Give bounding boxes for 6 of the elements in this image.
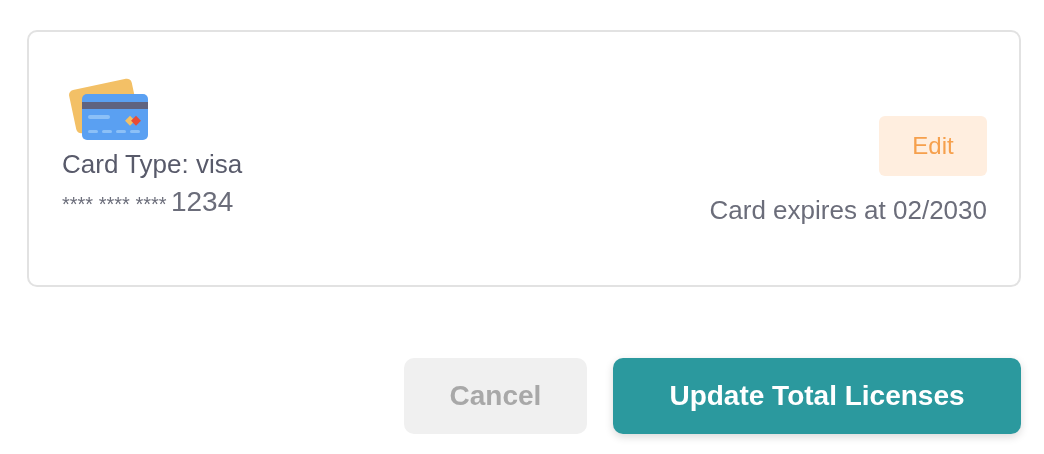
- card-expiry: Card expires at 02/2030: [709, 194, 987, 226]
- cancel-button[interactable]: Cancel: [404, 358, 587, 434]
- update-button[interactable]: Update Total Licenses: [613, 358, 1021, 434]
- card-number: **** **** ****1234: [62, 186, 235, 219]
- edit-button[interactable]: Edit: [879, 116, 987, 176]
- card-type: Card Type: visa: [62, 148, 243, 180]
